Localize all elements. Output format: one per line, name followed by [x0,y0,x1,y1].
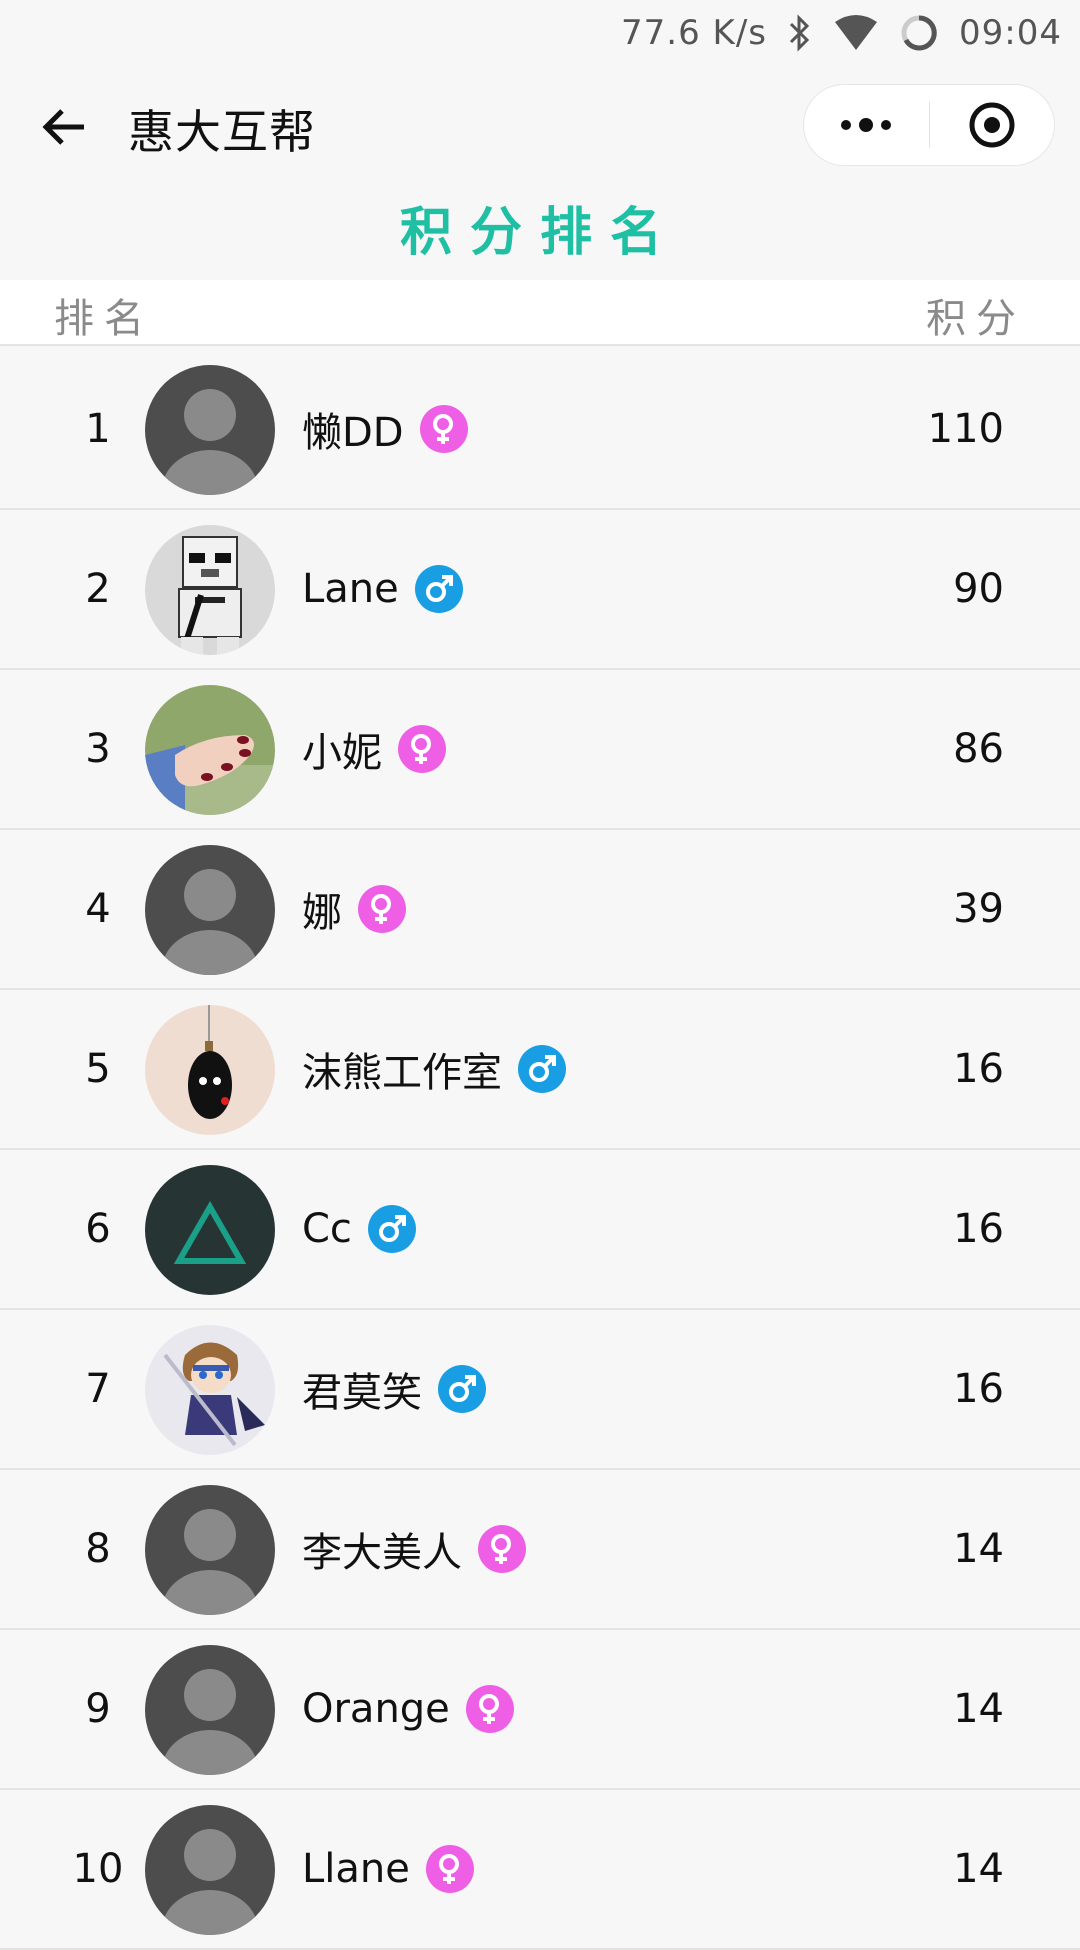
nav-title: 惠大互帮 [128,105,316,159]
rank-number: 9 [85,1686,111,1732]
target-circle-icon [969,102,1015,148]
default-avatar[interactable] [145,365,275,495]
loading-icon [899,13,939,53]
default-avatar[interactable] [145,845,275,975]
user-name[interactable]: Lane [302,566,399,612]
hand-nails-avatar[interactable] [145,685,275,815]
ranking-row[interactable]: 9 Orange 14 [0,1630,1080,1790]
user-name[interactable]: 沫熊工作室 [302,1040,502,1098]
score-value: 14 [953,1526,1004,1572]
male-icon [518,1045,566,1093]
score-value: 16 [953,1366,1004,1412]
user-name-wrap: 沫熊工作室 [302,990,566,1148]
rank-number: 2 [85,566,111,612]
stormtrooper-avatar[interactable] [145,525,275,655]
score-value: 39 [953,886,1004,932]
user-name[interactable]: 娜 [302,880,342,938]
female-icon [398,725,446,773]
capsule-menu [803,84,1055,166]
female-icon [419,405,468,453]
user-name[interactable]: Cc [302,1206,352,1252]
rank-number: 4 [85,886,111,932]
back-button[interactable] [36,100,90,154]
default-avatar[interactable] [145,1485,275,1615]
network-speed: 77.6 K/s [621,13,768,53]
female-icon [358,885,406,933]
score-value: 16 [953,1046,1004,1092]
male-icon [367,1205,416,1253]
score-value: 86 [953,726,1004,772]
ranking-row[interactable]: 4 娜 39 [0,830,1080,990]
user-name-wrap: Cc [302,1150,416,1308]
more-dots-icon [841,118,892,132]
score-value: 110 [927,406,1004,452]
triangle-avatar[interactable] [145,1165,275,1295]
female-icon [465,1685,514,1733]
user-name-wrap: 君莫笑 [302,1310,486,1468]
header-score: 积分 [926,296,1026,342]
female-icon [425,1845,474,1893]
ranking-row[interactable]: 7 君莫笑 16 [0,1310,1080,1470]
rank-number: 1 [85,406,111,452]
user-name-wrap: 小妮 [302,670,446,828]
score-value: 90 [953,566,1004,612]
rank-number: 6 [85,1206,111,1252]
anime-warrior-avatar[interactable] [145,1325,275,1455]
default-avatar[interactable] [145,1805,275,1935]
user-name[interactable]: 君莫笑 [302,1360,422,1418]
ranking-row[interactable]: 3 小妮 86 [0,670,1080,830]
ranking-row[interactable]: 6 Cc 16 [0,1150,1080,1310]
rank-number: 3 [85,726,111,772]
user-name-wrap: 懒DD [302,350,468,508]
back-arrow-icon [42,109,84,145]
user-name[interactable]: Llane [302,1846,410,1892]
page-title: 积分排名 [399,203,680,263]
user-name-wrap: Llane [302,1790,474,1948]
nav-bar: 惠大互帮 [0,66,1080,186]
ranking-list: 1 懒DD 110 2 Lane 90 3 小妮 86 4 娜 39 5 沫熊工… [0,350,1080,1950]
ranking-row[interactable]: 1 懒DD 110 [0,350,1080,510]
wifi-icon [833,14,879,52]
female-icon [478,1525,526,1573]
user-name[interactable]: 懒DD [302,400,404,458]
score-value: 16 [953,1206,1004,1252]
user-name-wrap: 李大美人 [302,1470,526,1628]
close-miniprogram-button[interactable] [929,84,1054,166]
more-button[interactable] [804,84,929,166]
user-name[interactable]: 小妮 [302,720,382,778]
rank-number: 8 [85,1526,111,1572]
rank-number: 5 [85,1046,111,1092]
default-avatar[interactable] [145,1645,275,1775]
male-icon [414,565,463,613]
header-rank: 排名 [54,296,154,342]
bluetooth-icon [787,14,813,52]
bear-ornament-avatar[interactable] [145,1005,275,1135]
user-name[interactable]: 李大美人 [302,1520,462,1578]
rank-number: 7 [85,1366,111,1412]
user-name-wrap: 娜 [302,830,406,988]
ranking-row[interactable]: 8 李大美人 14 [0,1470,1080,1630]
user-name-wrap: Lane [302,510,463,668]
ranking-row[interactable]: 2 Lane 90 [0,510,1080,670]
user-name-wrap: Orange [302,1630,514,1788]
status-bar: 77.6 K/s 09:04 [0,0,1080,66]
male-icon [438,1365,486,1413]
score-value: 14 [953,1686,1004,1732]
user-name[interactable]: Orange [302,1686,450,1732]
clock: 09:04 [959,13,1062,53]
table-header: 排名 积分 [0,280,1080,346]
score-value: 14 [953,1846,1004,1892]
rank-number: 10 [72,1846,124,1892]
ranking-row[interactable]: 10 Llane 14 [0,1790,1080,1950]
ranking-row[interactable]: 5 沫熊工作室 16 [0,990,1080,1150]
